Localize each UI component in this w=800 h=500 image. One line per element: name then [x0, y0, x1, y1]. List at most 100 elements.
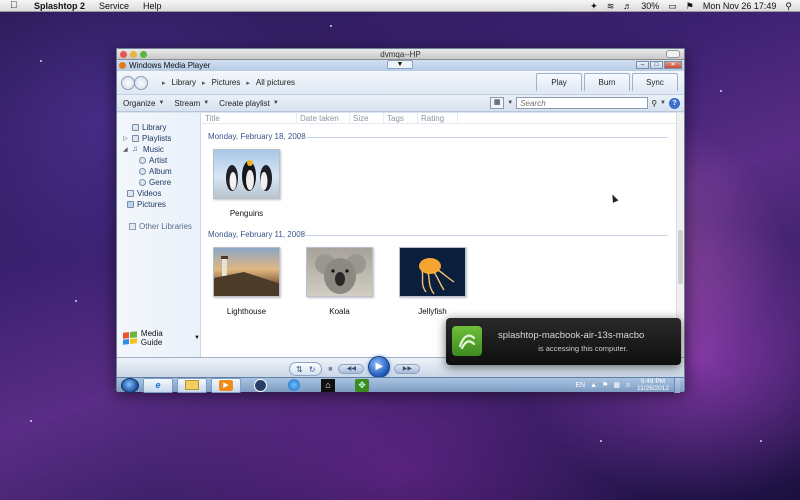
battery-icon[interactable]: ▭	[668, 0, 677, 12]
volume-icon[interactable]: ♬	[623, 0, 632, 12]
menubar-item-help[interactable]: Help	[143, 1, 162, 11]
taskbar-windows-media-player[interactable]: ▶	[211, 377, 241, 393]
group-header[interactable]: Monday, February 11, 2008	[202, 230, 684, 240]
toolbar-toggle-button[interactable]	[666, 50, 680, 58]
spotlight-search-icon[interactable]: ⚲	[785, 0, 792, 12]
picture-item-penguins[interactable]: Penguins	[213, 149, 280, 218]
splashtop-notification[interactable]: splashtop-macbook-air-13s-macbo is acces…	[446, 318, 681, 365]
sidebar-item-label: Artist	[149, 156, 168, 165]
sidebar-item-album[interactable]: Album	[117, 166, 200, 177]
sidebar-item-artist[interactable]: Artist	[117, 155, 200, 166]
column-header-tags[interactable]: Tags	[384, 113, 418, 123]
sidebar-item-genre[interactable]: Genre	[117, 177, 200, 188]
sidebar-item-playlists[interactable]: ▷ Playlists	[117, 133, 200, 144]
collapse-arrow-icon[interactable]: ◢	[123, 146, 129, 153]
wmp-titlebar[interactable]: Windows Media Player ▼ – □ ✕	[117, 60, 684, 71]
taskbar-internet-explorer[interactable]: e	[143, 377, 173, 393]
taskbar-app-1[interactable]	[245, 378, 275, 393]
taskbar-splashtop[interactable]: ✥	[347, 378, 377, 393]
home-icon: ⌂	[321, 378, 335, 392]
show-desktop-button[interactable]	[674, 377, 680, 393]
sidebar-item-videos[interactable]: Videos	[117, 188, 200, 199]
taskbar-file-explorer[interactable]	[177, 377, 207, 393]
taskbar-app-3[interactable]: ⌂	[313, 378, 343, 393]
media-guide-button[interactable]: Media Guide ▼	[123, 329, 200, 347]
splashtop-dropdown-chevron-icon[interactable]: ▼	[387, 60, 413, 69]
notification-title: splashtop-macbook-air-13s-macbo	[498, 330, 645, 341]
stream-menu-button[interactable]: Stream ▼	[174, 99, 209, 108]
back-button[interactable]	[121, 75, 135, 90]
breadcrumb-separator-icon[interactable]: ▸	[202, 79, 206, 87]
network-icon[interactable]: ▦	[613, 381, 620, 389]
organize-menu-button[interactable]: Organize ▼	[123, 99, 164, 108]
traffic-lights	[120, 51, 147, 58]
minimize-window-button[interactable]	[130, 51, 137, 58]
group-header[interactable]: Monday, February 18, 2008	[202, 132, 684, 142]
sidebar-item-pictures[interactable]: Pictures	[117, 199, 200, 210]
play-button[interactable]: ▶	[368, 356, 391, 378]
menubar-clock[interactable]: Mon Nov 26 17:49	[703, 0, 777, 12]
close-window-button[interactable]	[120, 51, 127, 58]
apple-menu-icon[interactable]: 	[10, 0, 24, 12]
expand-arrow-icon[interactable]: ▷	[123, 135, 129, 142]
sidebar-item-music[interactable]: ◢ ♫ Music	[117, 144, 200, 155]
chevron-down-icon: ▼	[158, 100, 165, 106]
next-button[interactable]: ▶▶	[394, 364, 421, 374]
previous-button[interactable]: ◀◀	[338, 364, 365, 374]
sidebar-item-other-libraries[interactable]: Other Libraries	[117, 222, 200, 231]
sidebar-item-label: Videos	[137, 189, 162, 198]
volume-tray-icon[interactable]: ♬	[625, 382, 632, 389]
breadcrumb-all-pictures[interactable]: All pictures	[256, 78, 295, 87]
column-header-date-taken[interactable]: Date taken	[297, 113, 350, 123]
picture-item-koala[interactable]: Koala	[306, 247, 373, 316]
create-playlist-button[interactable]: Create playlist ▼	[219, 99, 279, 108]
taskbar-app-2[interactable]	[279, 378, 309, 393]
picture-title: Koala	[329, 307, 350, 316]
repeat-icon[interactable]: ↻	[309, 365, 316, 374]
lighthouse-thumbnail	[213, 247, 280, 297]
scrollbar-thumb[interactable]	[678, 230, 683, 284]
picture-item-jellyfish[interactable]: Jellyfish	[399, 247, 466, 316]
shuffle-icon[interactable]: ⇅	[296, 365, 303, 374]
splashtop-status-icon[interactable]: ✦	[590, 0, 598, 12]
zoom-window-button[interactable]	[140, 51, 147, 58]
column-header-size[interactable]: Size	[350, 113, 384, 123]
tray-time: 5:49 PM	[640, 378, 666, 385]
other-libraries-icon	[129, 223, 136, 230]
penguins-thumbnail	[213, 149, 280, 199]
action-center-flag-icon[interactable]: ⚑	[602, 381, 608, 389]
show-hidden-icons-icon[interactable]: ▲	[590, 382, 597, 389]
input-flag-icon[interactable]: ⚑	[686, 0, 694, 12]
language-indicator[interactable]: EN	[575, 382, 585, 389]
menubar-app-name[interactable]: Splashtop 2	[34, 1, 85, 11]
tab-burn[interactable]: Burn	[584, 73, 630, 91]
start-button[interactable]	[121, 377, 139, 393]
sidebar-item-label: Album	[149, 167, 172, 176]
wifi-icon[interactable]: ≋	[607, 0, 615, 12]
battery-percent[interactable]: 30%	[641, 0, 659, 12]
search-options-chevron-icon[interactable]: ▼	[660, 100, 666, 106]
breadcrumb-separator-icon[interactable]: ▸	[246, 79, 250, 87]
picture-item-lighthouse[interactable]: Lighthouse	[213, 247, 280, 316]
mac-window-titlebar[interactable]: dvmqa--HP	[117, 49, 684, 60]
forward-button[interactable]	[134, 75, 148, 90]
tab-sync[interactable]: Sync	[632, 73, 678, 91]
search-icon[interactable]: ⚲	[651, 99, 657, 108]
mac-window-title: dvmqa--HP	[380, 50, 421, 59]
wmp-maximize-button[interactable]: □	[650, 61, 663, 69]
menubar-item-service[interactable]: Service	[99, 1, 129, 11]
breadcrumb-library[interactable]: Library	[172, 78, 196, 87]
view-options-icon[interactable]: ▦	[490, 97, 505, 109]
search-input[interactable]	[516, 97, 649, 109]
wmp-close-button[interactable]: ✕	[664, 61, 682, 69]
stop-icon[interactable]: ■	[326, 366, 334, 373]
help-icon[interactable]: ?	[669, 97, 680, 109]
taskbar-clock[interactable]: 5:49 PM 11/26/2012	[637, 378, 669, 392]
column-header-rating[interactable]: Rating	[418, 113, 458, 123]
tab-play[interactable]: Play	[536, 73, 582, 91]
wmp-minimize-button[interactable]: –	[636, 61, 649, 69]
breadcrumb-pictures[interactable]: Pictures	[211, 78, 240, 87]
sidebar-item-library[interactable]: Library	[117, 122, 200, 133]
column-header-title[interactable]: Title	[202, 113, 297, 123]
view-options-chevron-icon[interactable]: ▼	[507, 100, 513, 106]
